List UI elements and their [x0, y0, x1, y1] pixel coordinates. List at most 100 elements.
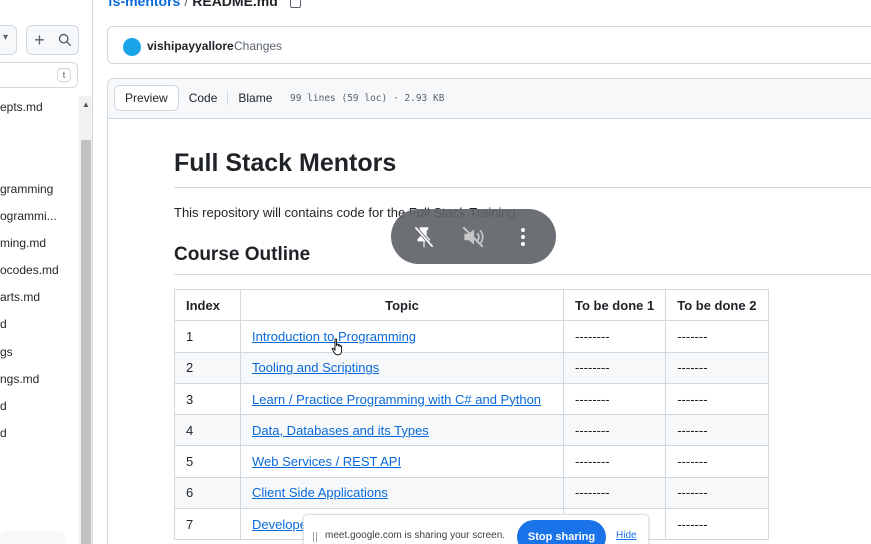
file-stats: 99 lines (59 loc) · 2.93 KB [290, 93, 445, 104]
screen-share-bar: meet.google.com is sharing your screen. … [303, 514, 649, 544]
column-header: Index [174, 288, 241, 322]
tree-item[interactable]: d [0, 426, 7, 440]
todo2-cell: ------- [665, 351, 770, 384]
file-viewer: Preview Code Blame 99 lines (59 loc) · 2… [107, 78, 871, 544]
todo1-cell: -------- [562, 414, 667, 447]
table-row: 5 Web Services / REST API -------- -----… [174, 445, 770, 478]
topic-link[interactable]: Client Side Applications [252, 485, 388, 500]
shortcut-key-badge: t [57, 68, 71, 82]
sidebar-footer [0, 531, 65, 544]
topic-cell: Introduction to Programming [240, 320, 564, 353]
column-header: Topic [240, 288, 564, 322]
todo1-cell: -------- [562, 445, 667, 478]
index-cell: 3 [174, 382, 241, 416]
breadcrumb: fs-mentors / README.md [108, 0, 301, 9]
avatar[interactable] [123, 38, 141, 56]
branch-dropdown-button[interactable]: ▾ [0, 25, 17, 55]
tree-item[interactable]: ngs.md [0, 372, 39, 386]
tree-item[interactable]: d [0, 317, 7, 331]
column-header: To be done 2 [665, 288, 770, 322]
share-status-text: meet.google.com is sharing your screen. [325, 530, 506, 541]
scroll-up-arrow-icon[interactable]: ▲ [82, 100, 90, 109]
topic-link[interactable]: Web Services / REST API [252, 454, 401, 469]
tree-item[interactable]: gramming [0, 182, 53, 196]
tree-item[interactable]: arts.md [0, 290, 40, 304]
search-icon [58, 33, 72, 47]
file-tree: epts.md gramming ogrammi... ming.md ocod… [0, 92, 80, 544]
tab-preview[interactable]: Preview [114, 85, 179, 111]
stop-sharing-button[interactable]: Stop sharing [517, 520, 606, 544]
section-title: Course Outline [174, 244, 311, 265]
topic-cell: Client Side Applications [240, 476, 564, 510]
tab-code[interactable]: Code [179, 85, 228, 111]
file-tree-sidebar: ▾ + t epts.md gramming ogrammi... ming.m… [0, 0, 93, 544]
todo1-cell: -------- [562, 351, 667, 384]
todo1-cell: -------- [562, 382, 667, 416]
file-header: Preview Code Blame 99 lines (59 loc) · 2… [108, 79, 871, 119]
copy-path-icon[interactable] [289, 0, 301, 9]
unpin-button[interactable] [410, 223, 438, 251]
go-to-file-input[interactable]: t [0, 62, 78, 88]
scrollbar-thumb[interactable] [81, 140, 91, 544]
topic-link[interactable]: Tooling and Scriptings [252, 360, 379, 375]
breadcrumb-repo-link[interactable]: fs-mentors [108, 0, 180, 9]
index-cell: 4 [174, 414, 241, 447]
column-header: To be done 1 [562, 288, 667, 322]
more-options-button[interactable] [509, 223, 537, 251]
unpin-icon [413, 225, 434, 248]
tree-item[interactable]: ogrammi... [0, 209, 57, 223]
course-outline-table: Index Topic To be done 1 To be done 2 1 … [174, 288, 770, 541]
meet-floating-controls [391, 209, 556, 264]
drag-handle-icon[interactable] [313, 532, 317, 542]
topic-link[interactable]: Develope [252, 517, 307, 532]
table-row: 4 Data, Databases and its Types --------… [174, 414, 770, 447]
more-options-icon [521, 227, 526, 246]
tree-item[interactable]: ming.md [0, 236, 46, 250]
add-file-button[interactable]: + [26, 25, 53, 55]
chevron-down-icon: ▾ [3, 32, 9, 43]
table-header-row: Index Topic To be done 1 To be done 2 [174, 288, 770, 322]
readme-title: Full Stack Mentors [174, 149, 397, 177]
tab-blame[interactable]: Blame [228, 85, 282, 111]
index-cell: 1 [174, 320, 241, 353]
tree-item[interactable]: gs [0, 345, 13, 359]
topic-cell: Learn / Practice Programming with C# and… [240, 382, 564, 416]
tree-item[interactable]: d [0, 399, 7, 413]
tree-item[interactable]: epts.md [0, 100, 43, 114]
commit-message[interactable]: Changes [234, 39, 282, 53]
divider [174, 187, 871, 188]
index-cell: 7 [174, 508, 241, 541]
mute-icon [463, 226, 485, 247]
tree-item[interactable]: ocodes.md [0, 263, 59, 277]
topic-cell: Tooling and Scriptings [240, 351, 564, 384]
todo2-cell: ------- [665, 508, 770, 541]
todo1-cell: -------- [562, 320, 667, 353]
table-row: 3 Learn / Practice Programming with C# a… [174, 382, 770, 416]
table-row: 2 Tooling and Scriptings -------- ------… [174, 351, 770, 384]
divider [174, 274, 871, 275]
topic-link[interactable]: Learn / Practice Programming with C# and… [252, 392, 541, 407]
index-cell: 6 [174, 476, 241, 510]
todo2-cell: ------- [665, 382, 770, 416]
todo2-cell: ------- [665, 445, 770, 478]
todo2-cell: ------- [665, 476, 770, 510]
view-mode-toggle: Preview Code Blame [114, 85, 283, 111]
sidebar-scrollbar[interactable]: ▲ [79, 96, 92, 544]
todo1-cell: -------- [562, 476, 667, 510]
topic-link[interactable]: Data, Databases and its Types [252, 423, 429, 438]
breadcrumb-separator: / [184, 0, 189, 9]
hide-link[interactable]: Hide [616, 530, 637, 541]
index-cell: 5 [174, 445, 241, 478]
plus-icon: + [34, 29, 45, 50]
latest-commit-bar: vishipayyallore Changes [107, 26, 871, 64]
table-row: 6 Client Side Applications -------- ----… [174, 476, 770, 510]
table-row: 1 Introduction to Programming -------- -… [174, 320, 770, 353]
hand-cursor-icon [331, 338, 343, 356]
index-cell: 2 [174, 351, 241, 384]
mute-button[interactable] [459, 223, 487, 251]
commit-author[interactable]: vishipayyallore [147, 39, 234, 53]
breadcrumb-file-name: README.md [192, 0, 278, 9]
search-button[interactable] [52, 25, 79, 55]
topic-cell: Data, Databases and its Types [240, 414, 564, 447]
sidebar-toolbar: ▾ + [0, 25, 92, 55]
